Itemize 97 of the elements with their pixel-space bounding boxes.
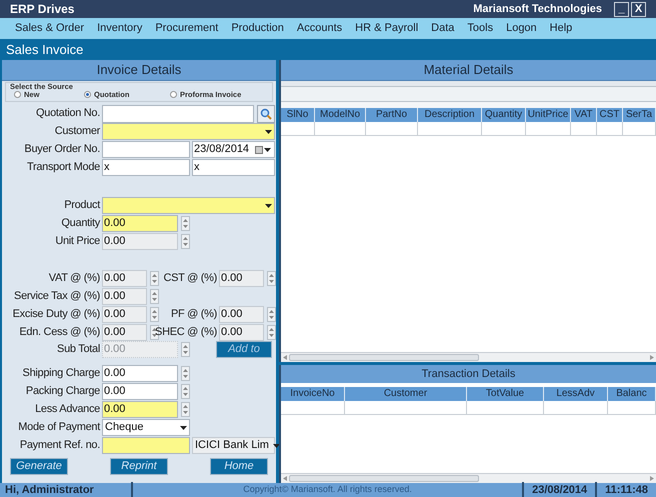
menu-item[interactable]: Sales & Order [15, 20, 84, 37]
field-label: Payment Ref. no. [20, 438, 100, 454]
number-field[interactable]: 0.00 [102, 365, 178, 382]
horizontal-scrollbar[interactable] [281, 473, 656, 483]
column-header[interactable]: InvoiceNo [281, 387, 345, 401]
radio-button[interactable] [84, 90, 91, 98]
column-header[interactable]: VAT [571, 108, 597, 122]
scroll-left-icon[interactable] [283, 355, 287, 360]
field-label: PF @ (%) [170, 307, 217, 322]
reprint-button[interactable]: Reprint [110, 458, 168, 475]
text-field[interactable]: x [102, 159, 190, 176]
column-header[interactable]: SerTa [623, 108, 656, 122]
column-header[interactable]: Customer [345, 387, 467, 401]
text-field[interactable] [102, 104, 254, 122]
close-button[interactable]: X [631, 2, 646, 16]
number-field[interactable]: 0.00 [219, 324, 264, 341]
dropdown-field[interactable] [102, 123, 275, 140]
number-field[interactable]: 0.00 [102, 383, 178, 400]
menu-item[interactable]: Tools [467, 20, 494, 37]
number-field[interactable]: 0.00 [219, 306, 264, 323]
menu-item[interactable]: Logon [506, 20, 537, 37]
field-label: VAT @ (%) [48, 271, 100, 286]
menu-item[interactable]: Production [231, 20, 284, 37]
panel-header: Transaction Details [281, 365, 656, 383]
field-label: Mode of Payment [18, 420, 100, 436]
field-label: CST @ (%) [164, 271, 217, 286]
search-button[interactable] [257, 104, 275, 122]
field-label: Edn. Cess @ (%) [19, 325, 100, 340]
column-header[interactable]: TotValue [467, 387, 544, 401]
column-header[interactable]: PartNo [366, 108, 418, 122]
generate-button[interactable]: Generate [10, 458, 68, 475]
text-field[interactable]: x [192, 159, 275, 176]
menu-item[interactable]: Inventory [97, 20, 142, 37]
field-label: Product [64, 198, 100, 214]
caret-icon [265, 204, 272, 208]
text-field[interactable] [102, 437, 190, 454]
column-header[interactable]: Description [418, 108, 482, 122]
column-header[interactable]: Balanc [608, 387, 656, 401]
dropdown-field[interactable]: Cheque [102, 419, 190, 436]
number-field[interactable]: 0.00 [102, 288, 147, 305]
column-header[interactable]: CST [597, 108, 623, 122]
radio-button[interactable] [14, 90, 21, 98]
column-header[interactable]: UnitPrice [526, 108, 571, 122]
caret-icon [264, 148, 271, 152]
menu-item[interactable]: Data [431, 20, 454, 37]
caret-icon [272, 444, 280, 448]
caret-icon [180, 426, 187, 430]
scroll-right-icon[interactable] [650, 355, 654, 360]
status-date: 23/08/2014 [522, 482, 596, 497]
field-label: Buyer Order No. [24, 142, 100, 158]
field-label: Sub Total [57, 342, 100, 358]
dropdown-field[interactable] [102, 197, 275, 214]
column-header[interactable]: SlNo [281, 108, 315, 122]
company-name: Mariansoft Technologies [473, 2, 602, 17]
field-label: Packing Charge [26, 384, 100, 400]
menu-item[interactable]: HR & Payroll [355, 20, 418, 37]
field-label: Customer [54, 124, 100, 140]
panel-header: Invoice Details [2, 60, 276, 81]
caret-icon [265, 130, 272, 134]
menu-item[interactable]: Accounts [296, 20, 342, 37]
status-time: 11:11:48 [595, 482, 656, 497]
horizontal-scrollbar[interactable] [281, 352, 656, 362]
calendar-icon [255, 146, 263, 154]
panel-header: Material Details [281, 60, 656, 81]
field-label: Shipping Charge [22, 366, 100, 382]
column-header[interactable]: Quantity [482, 108, 526, 122]
number-field[interactable]: 0.00 [219, 270, 264, 287]
search-icon [260, 108, 272, 120]
number-field[interactable]: 0.00 [102, 215, 178, 232]
radio-button[interactable] [170, 90, 177, 98]
field-label: Excise Duty @ (%) [12, 307, 100, 322]
scroll-left-icon[interactable] [283, 476, 287, 481]
field-label: SHEC @ (%) [155, 325, 217, 340]
home-button[interactable]: Home [210, 458, 268, 475]
scroll-right-icon[interactable] [650, 476, 654, 481]
date-field[interactable]: 23/08/2014 [192, 141, 275, 158]
menu-item[interactable]: Procurement [155, 20, 218, 37]
field-label: Service Tax @ (%) [14, 289, 100, 304]
field-label: Transport Mode [26, 160, 100, 176]
status-copyright: Copyright© Mariansoft. All rights reserved. [242, 483, 413, 496]
page-title: Sales Invoice [6, 40, 84, 59]
menu-item[interactable]: Help [550, 20, 572, 37]
status-user: Hi, Administrator [0, 482, 133, 497]
column-header[interactable]: LessAdv [544, 387, 608, 401]
field-label: Unit Price [55, 234, 100, 250]
app-title: ERP Drives [10, 1, 74, 18]
number-field[interactable]: 0.00 [102, 324, 147, 341]
minimize-button[interactable]: _ [614, 2, 629, 16]
number-field[interactable]: 0.00 [102, 306, 147, 323]
field-label: Less Advance [35, 402, 100, 418]
text-field[interactable] [102, 141, 190, 158]
number-field[interactable]: 0.00 [102, 270, 147, 287]
field-label: Quantity [61, 216, 100, 232]
number-field[interactable]: 0.00 [102, 233, 178, 250]
field-label: Quotation No. [36, 106, 100, 122]
number-field[interactable]: 0.00 [102, 401, 178, 418]
column-header[interactable]: ModelNo [315, 108, 366, 122]
